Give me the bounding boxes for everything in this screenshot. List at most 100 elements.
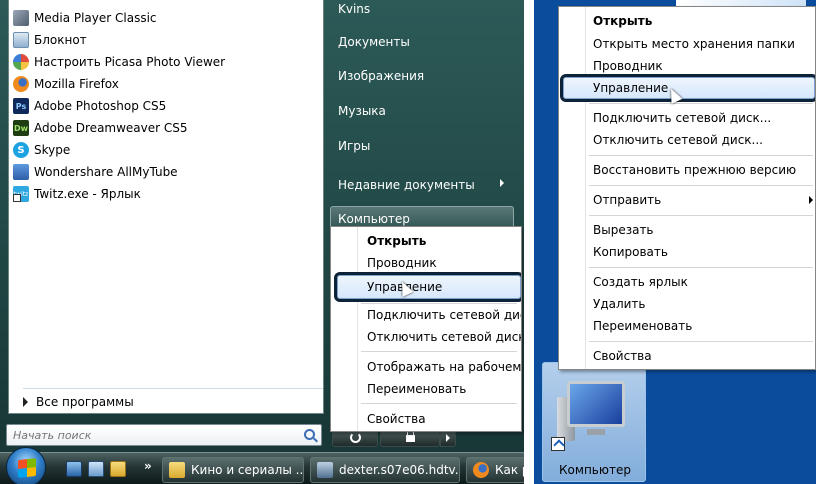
notepad-icon (13, 32, 29, 48)
triangle-right-icon (23, 397, 28, 407)
menu-separator (361, 351, 517, 352)
skype-icon: S (13, 142, 29, 158)
menu-item-rename[interactable]: Переименовать (367, 379, 466, 399)
start-link-user[interactable]: Kvins (338, 0, 370, 18)
menu-item-show-on-desktop[interactable]: Отображать на рабочем сто... (367, 357, 521, 377)
all-programs-label: Все программы (36, 395, 134, 409)
program-label: Wondershare AllMyTube (34, 165, 178, 179)
menu-separator (589, 185, 813, 186)
firefox-icon (473, 462, 489, 478)
taskbar-button-movies[interactable]: Кино и сериалы ... (162, 457, 304, 483)
start-search-input[interactable] (13, 427, 303, 443)
start-link-music[interactable]: Музыка (338, 102, 386, 120)
start-link-pictures[interactable]: Изображения (338, 67, 424, 85)
menu-gutter (585, 7, 586, 369)
all-programs-button[interactable]: Все программы (19, 392, 134, 412)
program-item-notepad[interactable]: Блокнот (13, 29, 313, 51)
menu-item-open[interactable]: Открыть (593, 11, 652, 31)
menu-item-disconnect-drive[interactable]: Отключить сетевой диск... (367, 327, 521, 347)
menu-separator (361, 403, 517, 404)
menu-item-create-shortcut[interactable]: Создать ярлык (593, 272, 688, 292)
start-link-recent[interactable]: Недавние документы (338, 176, 475, 194)
quick-launch-more-icon[interactable]: » (144, 459, 152, 473)
photoshop-icon: Ps (13, 98, 29, 114)
program-label: Skype (34, 143, 71, 157)
menu-separator (589, 341, 813, 342)
start-button[interactable] (6, 447, 46, 484)
allmytube-icon (13, 164, 29, 180)
divider (23, 388, 323, 389)
submenu-arrow-icon (809, 196, 813, 204)
dreamweaver-icon: Dw (13, 120, 29, 136)
taskbar-button-label: Как р (495, 463, 524, 477)
menu-item-delete[interactable]: Удалить (593, 294, 646, 314)
video-file-icon (317, 462, 333, 478)
menu-item-cut[interactable]: Вырезать (593, 220, 654, 240)
menu-separator (361, 303, 517, 304)
menu-item-disconnect-drive[interactable]: Отключить сетевой диск... (593, 130, 763, 150)
taskbar-button-firefox[interactable]: Как р (466, 457, 524, 483)
program-item-picasa[interactable]: Настроить Picasa Photo Viewer (13, 51, 313, 73)
menu-item-explorer[interactable]: Проводник (367, 253, 437, 273)
panel-divider (524, 0, 534, 484)
computer-monitor-icon (567, 381, 625, 427)
show-desktop-icon[interactable] (66, 461, 82, 477)
folder-icon[interactable] (110, 461, 126, 477)
start-link-games[interactable]: Игры (338, 137, 370, 155)
menu-item-properties[interactable]: Свойства (367, 409, 426, 429)
start-menu-screenshot: Media Player Classic Блокнот Настроить P… (0, 0, 524, 484)
menu-separator (589, 215, 813, 216)
context-menu-computer-desktop: Открыть Открыть место хранения папки Про… (558, 6, 816, 370)
menu-item-restore-previous[interactable]: Восстановить прежнюю версию (593, 160, 796, 180)
menu-item-map-drive[interactable]: Подключить сетевой диск... (367, 305, 521, 325)
shortcut-arrow-icon (551, 437, 565, 451)
desktop-icon-label: Компьютер (559, 463, 631, 477)
monitor-stand (587, 429, 605, 435)
menu-item-send-to[interactable]: Отправить (593, 190, 661, 210)
program-item-skype[interactable]: S Skype (13, 139, 313, 161)
menu-item-manage[interactable]: Управление (593, 78, 668, 98)
media-player-classic-icon (13, 10, 29, 26)
submenu-arrow-icon (500, 179, 504, 187)
folder-icon (169, 462, 185, 478)
program-item-media-player-classic[interactable]: Media Player Classic (13, 7, 313, 29)
start-search-box[interactable] (6, 424, 322, 446)
lock-icon (405, 430, 415, 442)
program-item-dreamweaver[interactable]: Dw Adobe Dreamweaver CS5 (13, 117, 313, 139)
firefox-icon (13, 76, 29, 92)
taskbar-button-label: dexter.s07e06.hdtv... (339, 463, 460, 477)
program-label: Настроить Picasa Photo Viewer (34, 55, 226, 69)
menu-separator (589, 155, 813, 156)
menu-gutter (357, 227, 358, 431)
program-item-firefox[interactable]: Mozilla Firefox (13, 73, 313, 95)
menu-item-properties[interactable]: Свойства (593, 346, 652, 366)
menu-item-explorer[interactable]: Проводник (593, 56, 663, 76)
switch-windows-icon[interactable] (88, 461, 104, 477)
menu-item-map-drive[interactable]: Подключить сетевой диск... (593, 108, 771, 128)
taskbar: » Кино и сериалы ... dexter.s07e06.hdtv.… (0, 447, 524, 484)
program-label: Mozilla Firefox (34, 77, 119, 91)
program-item-photoshop[interactable]: Ps Adobe Photoshop CS5 (13, 95, 313, 117)
start-link-documents[interactable]: Документы (338, 33, 410, 51)
program-label: Блокнот (34, 33, 87, 47)
taskbar-button-label: Кино и сериалы ... (191, 463, 304, 477)
taskbar-button-dexter[interactable]: dexter.s07e06.hdtv... (310, 457, 460, 483)
pinned-programs-list: Media Player Classic Блокнот Настроить P… (8, 0, 324, 414)
menu-item-open[interactable]: Открыть (367, 231, 426, 251)
desktop-icon-computer[interactable]: Компьютер (542, 362, 646, 482)
search-icon[interactable] (304, 429, 315, 440)
program-item-twitz[interactable]: twitz Twitz.exe - Ярлык (13, 183, 313, 205)
picasa-icon (13, 54, 29, 70)
menu-item-copy[interactable]: Копировать (593, 242, 668, 262)
context-menu-computer-start: Открыть Проводник Управление Подключить … (330, 226, 522, 432)
program-label: Twitz.exe - Ярлык (34, 187, 141, 201)
program-label: Adobe Photoshop CS5 (34, 99, 167, 113)
program-item-allmytube[interactable]: Wondershare AllMyTube (13, 161, 313, 183)
menu-item-open-folder-location[interactable]: Открыть место хранения папки (593, 34, 795, 54)
power-icon (349, 431, 361, 443)
menu-separator (589, 267, 813, 268)
menu-item-rename[interactable]: Переименовать (593, 316, 692, 336)
program-label: Adobe Dreamweaver CS5 (34, 121, 188, 135)
windows-logo-icon (18, 458, 36, 478)
twitz-icon: twitz (13, 186, 29, 202)
